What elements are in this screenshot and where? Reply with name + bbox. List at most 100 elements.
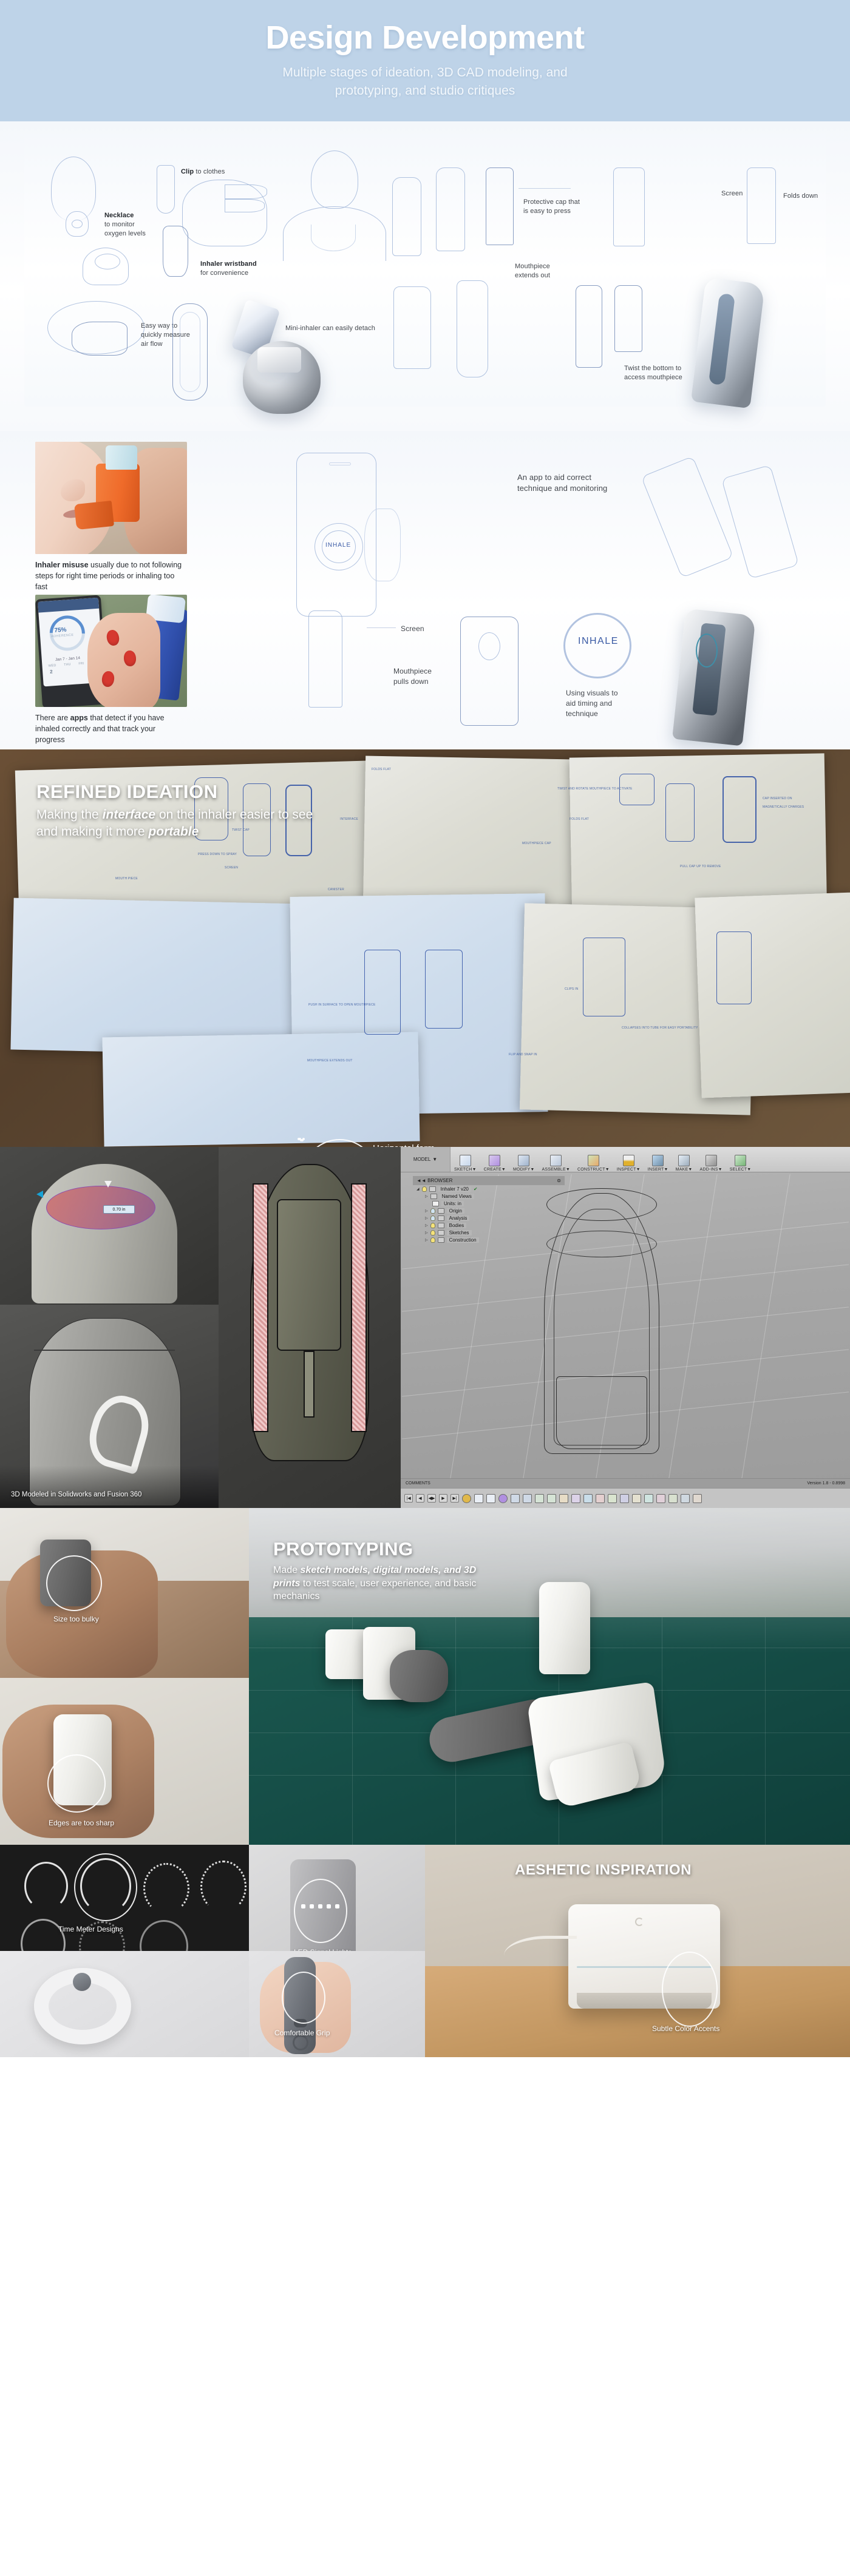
timeline-revolve-icon[interactable] <box>583 1493 593 1503</box>
section-body: Made sketch models, digital models, and … <box>273 1564 492 1603</box>
tree-item-named-views[interactable]: ▷ Named Views <box>413 1192 565 1200</box>
timeline-sketch-icon[interactable] <box>474 1493 483 1503</box>
fusion-tab-insert[interactable]: INSERT▼ <box>644 1147 672 1172</box>
chevron-down-icon[interactable]: ◢ <box>416 1187 420 1191</box>
fusion-tab-inspect[interactable]: INSPECT▼ <box>613 1147 644 1172</box>
sketch-annotation-wristband: Inhaler wristband for convenience <box>200 260 257 278</box>
tree-item-analysis[interactable]: ▷ Analysis <box>413 1214 565 1222</box>
refined-ideation-heading-block: REFINED IDEATION Making the interface on… <box>36 781 328 841</box>
timeline-sketch-icon[interactable] <box>486 1493 495 1503</box>
fusion-tab-select[interactable]: SELECT▼ <box>726 1147 755 1172</box>
timeline-thicken-icon[interactable] <box>668 1493 678 1503</box>
cad-section-caption: 3D Modeled in Solidworks and Fusion 360 <box>11 1491 141 1498</box>
timeline-move-icon[interactable] <box>693 1493 702 1503</box>
callout-text: Comfortable Grip <box>274 2029 330 2037</box>
fusion-status-bar: COMMENTS Version 1.8 - 0.8998 <box>401 1478 850 1488</box>
photo-led-signal-lights: LED Signal Lights <box>249 1845 425 1969</box>
sketch-inhaler-port <box>478 632 500 660</box>
pen-sketch-form <box>425 950 463 1029</box>
sketch-necklace-worn <box>311 225 356 251</box>
chevron-right-icon[interactable]: ▷ <box>425 1223 428 1228</box>
callout-label-edges-sharp: Edges are too sharp <box>49 1819 114 1827</box>
pen-sketch-form <box>722 776 756 843</box>
callout-text: Time Meter Designs <box>58 1925 123 1933</box>
fusion-tab-modify[interactable]: MODIFY▼ <box>509 1147 539 1172</box>
construct-icon <box>587 1155 599 1166</box>
visibility-bulb-icon[interactable] <box>430 1237 435 1243</box>
sketch-annotation-app: An app to aid correct technique and moni… <box>517 472 608 494</box>
chevron-right-icon[interactable]: ▷ <box>425 1238 428 1242</box>
cad-dimension-field[interactable]: 0.70 in <box>103 1205 135 1214</box>
visibility-bulb-icon[interactable] <box>430 1222 435 1228</box>
tree-item-label: Origin <box>446 1208 464 1214</box>
timeline-shell-icon[interactable] <box>559 1493 568 1503</box>
timeline-sweep-icon[interactable] <box>608 1493 617 1503</box>
visibility-bulb-icon[interactable] <box>430 1215 435 1221</box>
timeline-play-icon[interactable]: ▶ <box>439 1494 447 1503</box>
addins-icon <box>705 1155 717 1166</box>
timeline-first-icon[interactable]: |◀ <box>404 1494 413 1503</box>
product-band-button <box>73 1973 91 1991</box>
pen-sketch-form <box>716 931 752 1004</box>
timeline-feature-icon[interactable] <box>462 1493 471 1503</box>
timeline-fillet-icon[interactable] <box>547 1493 556 1503</box>
chevron-right-icon[interactable]: ▷ <box>425 1209 428 1213</box>
timeline-extrude-icon[interactable] <box>511 1493 520 1503</box>
fusion-tab-assemble[interactable]: ASSEMBLE▼ <box>539 1147 574 1172</box>
timeline-mirror-icon[interactable] <box>620 1493 629 1503</box>
fusion-tab-addins[interactable]: ADD-INS▼ <box>696 1147 726 1172</box>
timeline-step-icon[interactable]: ◀▶ <box>427 1494 436 1503</box>
timeline-loft-icon[interactable] <box>596 1493 605 1503</box>
sketch-note: FLIP AND SNAP IN <box>509 1053 537 1056</box>
photo-time-meter-designs: Time Meter Designs <box>0 1845 249 1972</box>
photo-prototype-cutting-mat: PROTOTYPING Made sketch models, digital … <box>249 1508 850 1845</box>
tree-item-bodies[interactable]: ▷ Bodies <box>413 1222 565 1229</box>
folder-icon <box>437 1208 444 1214</box>
sketch-note: MOUTHPIECE EXTENDS OUT <box>307 1059 353 1063</box>
photo-comfortable-grip: Comfortable Grip <box>249 1951 425 2057</box>
timeline-extrude-icon[interactable] <box>523 1493 532 1503</box>
chevron-right-icon[interactable]: ▷ <box>425 1231 428 1235</box>
visibility-bulb-icon[interactable] <box>430 1229 435 1236</box>
fusion-360-window: MODEL ▼ SKETCH▼ CREATE▼ MODIFY▼ ASSEMBLE▼… <box>401 1147 850 1508</box>
tree-item-root[interactable]: ◢ Inhaler 7 v20 ✔ <box>413 1185 565 1192</box>
fusion-timeline[interactable]: |◀ ◀ ◀▶ ▶ ▶| <box>401 1488 850 1508</box>
timeline-pattern-icon[interactable] <box>571 1493 580 1503</box>
timeline-combine-icon[interactable] <box>644 1493 653 1503</box>
timeline-prev-icon[interactable]: ◀ <box>416 1494 424 1503</box>
fusion-tab-make[interactable]: MAKE▼ <box>672 1147 696 1172</box>
photo-white-band-concept <box>0 1951 249 2057</box>
fusion-browser-panel[interactable]: ◄◄ BROWSER ⊜ ◢ Inhaler 7 v20 ✔ ▷ Named V… <box>413 1176 565 1243</box>
visibility-bulb-icon[interactable] <box>430 1208 435 1214</box>
tree-item-sketches[interactable]: ▷ Sketches <box>413 1229 565 1236</box>
tree-item-origin[interactable]: ▷ Origin <box>413 1207 565 1214</box>
collapse-icon[interactable]: ◄◄ <box>416 1178 426 1183</box>
chevron-right-icon[interactable]: ▷ <box>425 1194 428 1198</box>
fusion-tab-construct[interactable]: CONSTRUCT▼ <box>574 1147 613 1172</box>
browser-options-icon[interactable]: ⊜ <box>557 1178 561 1183</box>
timeline-surface-icon[interactable] <box>498 1493 508 1503</box>
annotation-line3: air flow <box>141 340 163 348</box>
sketch-note: CAP INSERTED ON <box>763 797 792 800</box>
annotation-line2: to monitor <box>104 220 135 228</box>
fusion-tab-sketch[interactable]: SKETCH▼ <box>450 1147 480 1172</box>
sketch-icon <box>459 1155 471 1166</box>
timeline-last-icon[interactable]: ▶| <box>450 1494 459 1503</box>
annotation-line1: Folds down <box>783 192 818 200</box>
tree-item-units[interactable]: Units: in <box>413 1200 565 1207</box>
timeline-draft-icon[interactable] <box>656 1493 665 1503</box>
sketch-leader-line-cap <box>518 188 571 189</box>
tree-item-label: Analysis <box>446 1215 470 1221</box>
sketch-annotation-mouthpiece-pulls: Mouthpiece pulls down <box>393 666 448 687</box>
visibility-bulb-icon[interactable] <box>421 1186 427 1192</box>
caption-bold: Inhaler misuse <box>35 561 89 569</box>
fusion-workspace-selector[interactable]: MODEL ▼ <box>401 1147 450 1172</box>
timeline-fillet-icon[interactable] <box>535 1493 544 1503</box>
sketch-phone-angled-2 <box>721 464 800 580</box>
tree-item-construction[interactable]: ▷ Construction <box>413 1236 565 1243</box>
chevron-right-icon[interactable]: ▷ <box>425 1216 428 1220</box>
timeline-scale-icon[interactable] <box>681 1493 690 1503</box>
timeline-split-icon[interactable] <box>632 1493 641 1503</box>
tab-label: MODIFY <box>512 1168 531 1172</box>
fusion-tab-create[interactable]: CREATE▼ <box>480 1147 509 1172</box>
